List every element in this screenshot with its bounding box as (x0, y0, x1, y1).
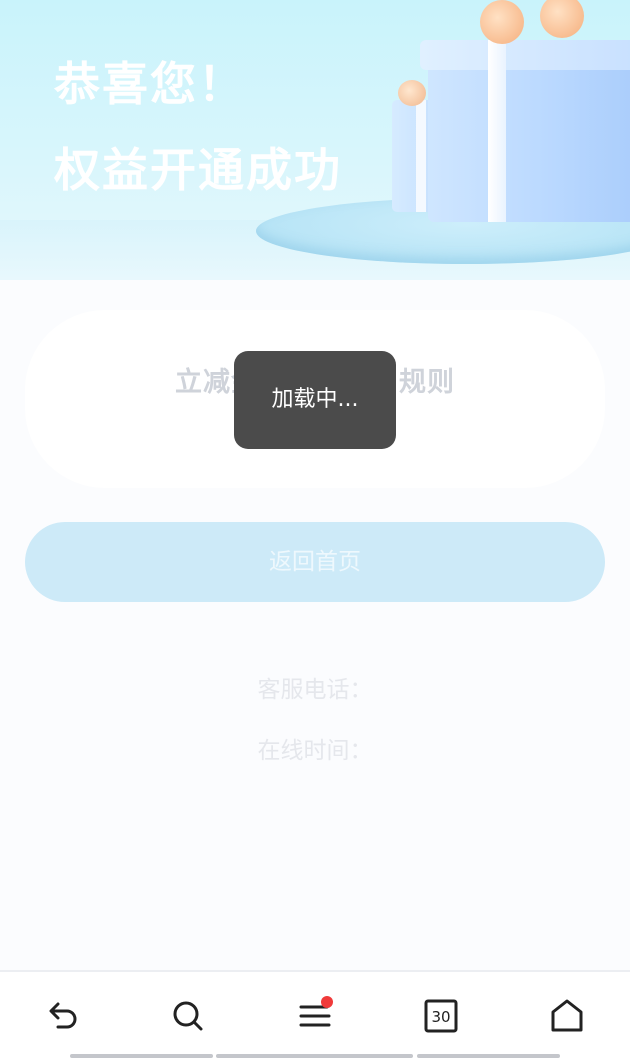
tab-count: 30 (431, 1008, 450, 1026)
gift-bow-small (398, 80, 426, 106)
service-hours-label: 在线时间： (257, 738, 373, 764)
loading-toast: 加载中... (234, 351, 396, 449)
tabs-icon: 30 (424, 999, 458, 1033)
bottom-nav-bar: 30 (0, 970, 630, 1062)
menu-button[interactable] (285, 986, 345, 1046)
gift-ribbon-small (416, 100, 426, 212)
gift-box-lid (420, 40, 630, 70)
service-phone-label: 客服电话： (257, 677, 373, 703)
back-icon (49, 1002, 77, 1029)
search-icon (173, 1001, 203, 1031)
return-home-button[interactable]: 返回首页 (25, 522, 605, 602)
back-button[interactable] (34, 986, 94, 1046)
gift-bow-right (540, 0, 584, 38)
home-button[interactable] (537, 986, 597, 1046)
gesture-bar-left (70, 1054, 213, 1058)
gift-box-large (428, 52, 630, 222)
gift-bow-left (480, 0, 524, 44)
hero-banner: 恭喜您！ 权益开通成功 (0, 0, 630, 280)
search-button[interactable] (158, 986, 218, 1046)
home-icon (551, 999, 583, 1032)
gesture-bar-right (417, 1054, 560, 1058)
hero-title-success: 权益开通成功 (54, 143, 342, 197)
tabs-button[interactable]: 30 (411, 986, 471, 1046)
gift-ribbon (488, 40, 506, 222)
notification-dot (321, 996, 333, 1008)
hero-title-congrats: 恭喜您！ (54, 57, 246, 111)
gesture-bar-center (216, 1054, 413, 1058)
